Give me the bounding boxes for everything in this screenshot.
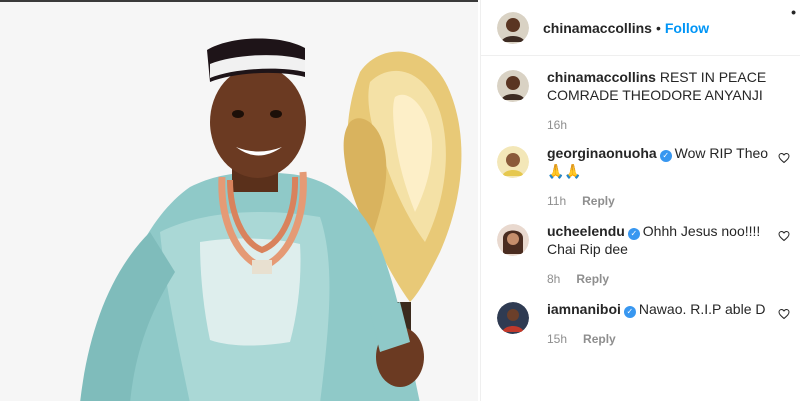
commenter-avatar[interactable] xyxy=(497,224,529,256)
commenter-avatar[interactable] xyxy=(497,302,529,334)
post-header: chinamaccollins • Follow • xyxy=(481,0,800,56)
caption-comment: chinamaccollins REST IN PEACE COMRADE TH… xyxy=(497,68,784,132)
heart-icon[interactable] xyxy=(778,230,790,242)
heart-icon[interactable] xyxy=(778,152,790,164)
commenter-avatar[interactable] xyxy=(497,146,529,178)
comment-meta: 15h Reply xyxy=(547,332,775,346)
follow-button[interactable]: Follow xyxy=(665,20,709,36)
author-avatar[interactable] xyxy=(497,11,529,44)
comments-panel: chinamaccollins • Follow • chinamaccolli… xyxy=(480,0,800,401)
comment-username[interactable]: iamnaniboi xyxy=(547,301,621,317)
reply-button[interactable]: Reply xyxy=(583,332,616,346)
verified-badge-icon: ✓ xyxy=(623,306,636,318)
reply-button[interactable]: Reply xyxy=(576,272,609,286)
commenter-avatar[interactable] xyxy=(497,70,529,102)
comment-meta: 16h xyxy=(547,118,775,132)
verified-badge-icon: ✓ xyxy=(659,150,672,162)
comment-meta: 8h Reply xyxy=(547,272,775,286)
comment-item: ucheelendu ✓ Ohhh Jesus noo!!!! Chai Rip d… xyxy=(497,222,790,286)
comment-time[interactable]: 15h xyxy=(547,332,567,346)
comment-meta: 11h Reply xyxy=(547,194,775,208)
comment-username[interactable]: ucheelendu xyxy=(547,223,625,239)
comment-text: Nawao. R.I.P able D xyxy=(638,301,766,317)
comment-username[interactable]: chinamaccollins xyxy=(547,69,656,85)
more-options-icon[interactable]: • xyxy=(791,4,796,20)
comment-item: iamnaniboi ✓ Nawao. R.I.P able D 15h Reply xyxy=(497,300,790,346)
comment-time[interactable]: 16h xyxy=(547,118,567,132)
comment-list: chinamaccollins REST IN PEACE COMRADE TH… xyxy=(481,56,800,346)
verified-badge-icon: ✓ xyxy=(627,228,640,240)
separator-dot: • xyxy=(655,19,661,36)
post-photo[interactable] xyxy=(0,0,478,401)
comment-time[interactable]: 8h xyxy=(547,272,560,286)
post-photo-illustration xyxy=(0,2,478,401)
author-username[interactable]: chinamaccollins xyxy=(543,20,652,36)
comment-username[interactable]: georginaonuoha xyxy=(547,145,657,161)
heart-icon[interactable] xyxy=(778,308,790,320)
reply-button[interactable]: Reply xyxy=(582,194,615,208)
comment-item: georginaonuoha ✓ Wow RIP Theo 🙏🙏 11h Reply xyxy=(497,144,790,208)
comment-time[interactable]: 11h xyxy=(547,194,566,208)
